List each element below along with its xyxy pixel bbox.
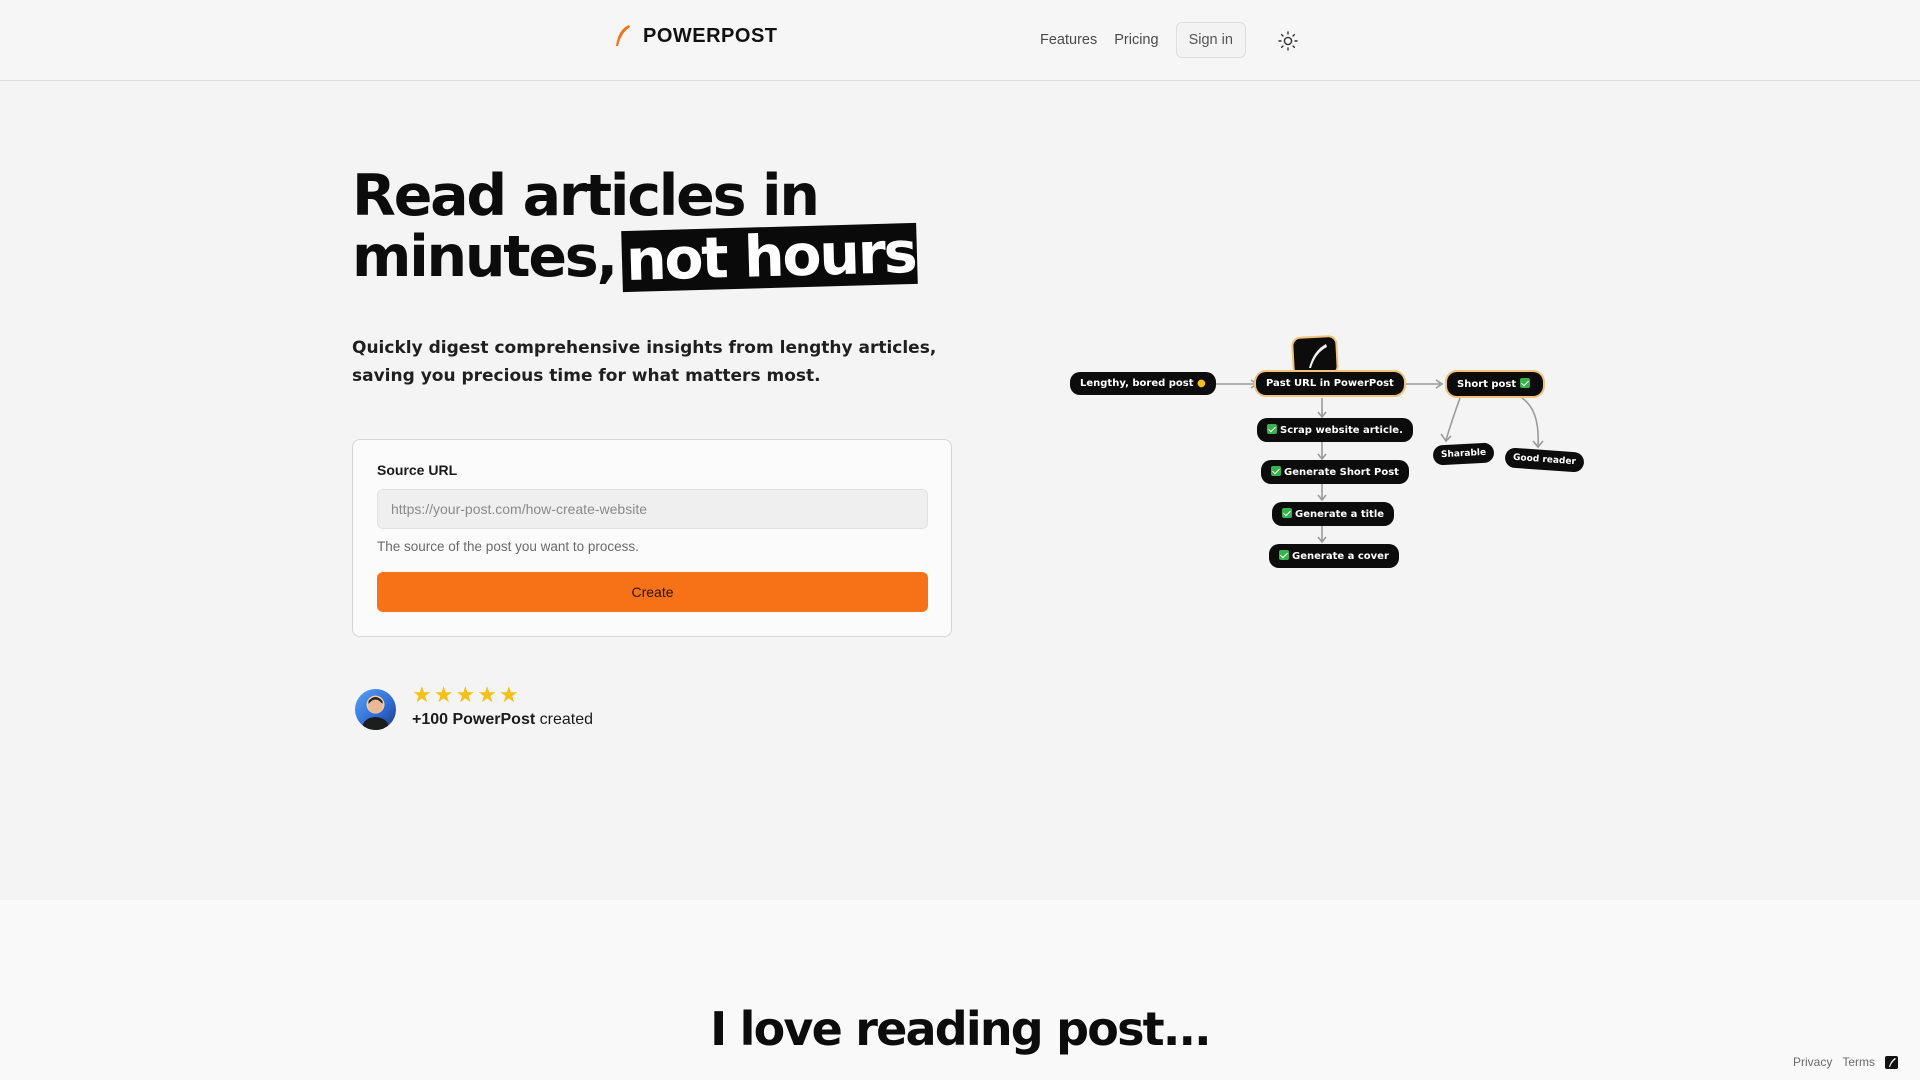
terms-link[interactable]: Terms [1842,1055,1875,1069]
feather-logo-icon[interactable] [1885,1055,1898,1069]
hero-subtitle: Quickly digest comprehensive insights fr… [352,338,937,386]
brand-logo[interactable]: POWERPOST [613,24,778,48]
node-step4: Generate a cover [1269,544,1399,568]
node-step3: Generate a title [1272,502,1395,526]
star-icon: ★ [412,682,432,707]
hero-title: Read articles in minutes, not hours [352,163,992,294]
sign-in-button[interactable]: Sign in [1175,22,1246,58]
checkmark-icon [1519,378,1530,388]
footer-links: Privacy Terms [1793,1055,1898,1069]
star-icon: ★ [433,682,454,707]
sun-icon [1278,31,1298,51]
site-header: POWERPOST Features Pricing Sign in [0,0,1920,81]
source-url-input[interactable] [377,489,928,529]
user-avatar [355,689,396,730]
source-url-label: Source URL [377,462,458,478]
node-center: Past URL in PowerPost [1256,372,1404,395]
star-icon: ★ [455,682,476,707]
workflow-arrows [1204,335,1544,544]
social-proof-suffix: created [535,711,593,728]
hero-title-line1: Read articles in [352,163,820,229]
node-step2: Generate Short Post [1261,460,1409,484]
privacy-link[interactable]: Privacy [1793,1055,1832,1069]
checkmark-icon [1279,550,1289,560]
source-url-form: Source URL The source of the post you wa… [352,439,952,637]
social-proof-text: +100 PowerPost created [412,711,593,729]
feather-logo-icon [616,25,630,46]
node-input: Lengthy, bored post ● [1070,372,1216,395]
main-nav: Features Pricing Sign in [1040,22,1246,58]
node-step1: Scrap website article. [1257,418,1413,442]
theme-toggle-button[interactable] [1277,30,1299,52]
star-icon: ★ [498,682,519,707]
source-url-help-text: The source of the post you want to proce… [377,539,639,554]
emoji-icon: ● [1196,378,1206,389]
section-title: I love reading post... [710,1002,1212,1056]
nav-link-features[interactable]: Features [1040,32,1097,48]
checkmark-icon [1271,466,1281,476]
hero-title-line2: minutes, [352,224,618,290]
workflow-diagram: Lengthy, bored post ● Past URL in PowerP… [1060,320,1585,580]
star-icon: ★ [477,682,497,707]
social-proof-count: +100 PowerPost [412,711,536,728]
person-icon [362,697,389,730]
rating-stars: ★ ★ ★ ★ ★ [412,684,519,706]
create-button[interactable]: Create [377,572,928,612]
checkmark-icon [1267,424,1277,434]
nav-link-pricing[interactable]: Pricing [1114,32,1158,48]
node-output: Short post [1447,372,1543,396]
checkmark-icon [1282,508,1292,518]
brand-name: POWERPOST [643,24,778,47]
hero-title-highlight: not hours [621,220,919,294]
node-side1: Sharable [1432,442,1495,466]
